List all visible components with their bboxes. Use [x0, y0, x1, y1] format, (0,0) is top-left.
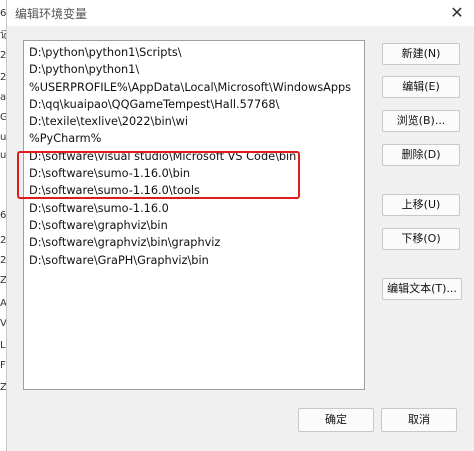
edit-text-button[interactable]: 编辑文本(T)... [382, 278, 462, 300]
move-up-button[interactable]: 上移(U) [382, 194, 460, 216]
list-item[interactable]: %PyCharm% [24, 130, 364, 147]
new-button[interactable]: 新建(N) [382, 43, 460, 65]
window-title: 编辑环境变量 [15, 7, 88, 21]
list-item[interactable]: D:\software\sumo-1.16.0 [24, 200, 364, 217]
list-item[interactable]: D:\python\python1\Scripts\ [24, 44, 364, 61]
list-item[interactable]: D:\software\graphviz\bin [24, 217, 364, 234]
close-icon[interactable]: ✕ [446, 3, 468, 23]
edit-environment-variable-dialog: 编辑环境变量 ✕ D:\python\python1\Scripts\ D:\p… [6, 0, 474, 451]
path-list[interactable]: D:\python\python1\Scripts\ D:\python\pyt… [23, 40, 365, 390]
list-item[interactable]: D:\qq\kuaipao\QQGameTempest\Hall.57768\ [24, 96, 364, 113]
list-item[interactable]: D:\software\GraPH\Graphviz\bin [24, 252, 364, 269]
list-item[interactable]: D:\texile\texlive\2022\bin\wi [24, 113, 364, 130]
list-item[interactable]: D:\software\sumo-1.16.0\tools [24, 182, 364, 199]
edit-button[interactable]: 编辑(E) [382, 76, 460, 98]
list-item[interactable]: %USERPROFILE%\AppData\Local\Microsoft\Wi… [24, 79, 364, 96]
move-down-button[interactable]: 下移(O) [382, 228, 460, 250]
list-item[interactable]: D:\software\visual studio\Microsoft VS C… [24, 148, 364, 165]
list-item[interactable]: D:\software\sumo-1.16.0\bin [24, 165, 364, 182]
list-item[interactable]: D:\software\graphviz\bin\graphviz [24, 234, 364, 251]
ok-button[interactable]: 确定 [298, 408, 374, 432]
list-item[interactable]: D:\python\python1\ [24, 61, 364, 78]
browse-button[interactable]: 浏览(B)... [382, 110, 460, 132]
title-bar[interactable]: 编辑环境变量 ✕ [7, 0, 474, 26]
delete-button[interactable]: 删除(D) [382, 144, 460, 166]
cancel-button[interactable]: 取消 [381, 408, 457, 432]
